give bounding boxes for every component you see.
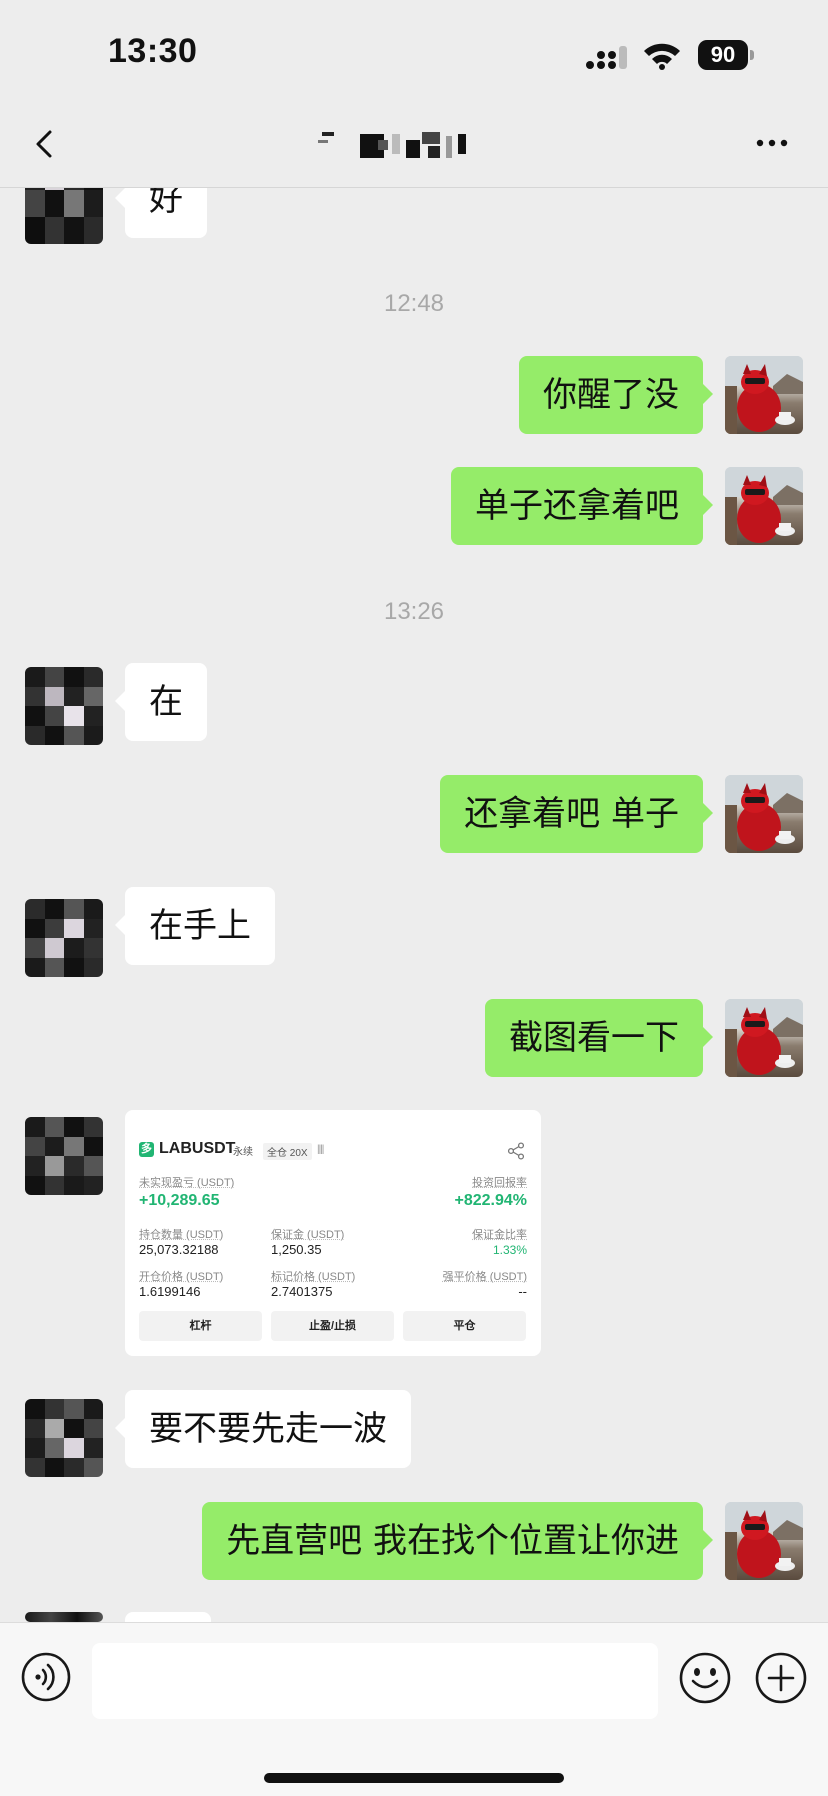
message-bubble-outgoing[interactable]: 截图看一下 <box>485 999 713 1077</box>
position-symbol: LABUSDT <box>159 1140 236 1157</box>
unrealized-pnl-label: 未实现盈亏 (USDT) <box>139 1177 235 1189</box>
margin-value: 1,250.35 <box>271 1242 322 1257</box>
my-avatar[interactable] <box>725 999 803 1077</box>
margin-ratio-value: 1.33% <box>492 1243 527 1257</box>
tag-perpetual: 永续 <box>233 1147 253 1158</box>
my-avatar[interactable] <box>725 775 803 853</box>
entry-price-label: 开仓价格 (USDT) <box>139 1271 224 1283</box>
input-bar <box>0 1622 828 1796</box>
red-dragon-plush-image <box>725 467 803 545</box>
roi-value: +822.94% <box>454 1192 527 1209</box>
plus-icon[interactable] <box>754 1651 808 1705</box>
liquidation-price-label: 强平价格 (USDT) <box>442 1271 527 1283</box>
my-avatar[interactable] <box>725 467 803 545</box>
share-icon <box>507 1142 525 1160</box>
contact-avatar[interactable] <box>25 899 103 977</box>
mark-price-label: 标记价格 (USDT) <box>271 1271 356 1283</box>
timestamp: 13:26 <box>383 598 445 625</box>
my-avatar[interactable] <box>725 356 803 434</box>
leverage-button[interactable]: 杠杆 <box>139 1311 262 1341</box>
position-size-label: 持仓数量 (USDT) <box>139 1229 224 1241</box>
tp-sl-button[interactable]: 止盈/止损 <box>271 1311 394 1341</box>
position-screenshot-card[interactable]: 多 LABUSDT 永续 全仓 20X |||| 未实现盈亏 (USDT) 投资… <box>125 1110 541 1356</box>
more-button[interactable] <box>752 128 792 158</box>
adl-indicator: |||| <box>317 1144 324 1155</box>
message-bubble-outgoing[interactable]: 单子还拿着吧 <box>451 467 713 545</box>
cellular-signal-icon <box>586 46 627 69</box>
exchange-logo-icon: 多 <box>139 1142 154 1157</box>
roi-label: 投资回报率 <box>472 1177 527 1189</box>
red-dragon-plush-image <box>725 999 803 1077</box>
voice-icon[interactable] <box>20 1651 72 1703</box>
message-bubble-incoming[interactable]: 在手上 <box>115 887 275 965</box>
contact-avatar[interactable] <box>25 1399 103 1477</box>
message-bubble-incoming[interactable]: 在 <box>115 663 207 741</box>
back-button[interactable] <box>24 122 68 166</box>
message-bubble-incoming[interactable]: 要不要先走一波 <box>115 1390 411 1468</box>
message-bubble-outgoing[interactable]: 先直营吧 我在找个位置让你进 <box>202 1502 713 1580</box>
contact-avatar[interactable] <box>25 1117 103 1195</box>
margin-label: 保证金 (USDT) <box>271 1229 345 1241</box>
message-input[interactable] <box>92 1643 658 1719</box>
message-bubble-outgoing[interactable]: 还拿着吧 单子 <box>440 775 713 853</box>
status-bar: 13:30 90 <box>0 0 828 100</box>
tag-margin-mode: 全仓 20X <box>263 1143 312 1160</box>
entry-price-value: 1.6199146 <box>139 1284 201 1299</box>
red-dragon-plush-image <box>725 775 803 853</box>
battery-level: 90 <box>698 40 748 70</box>
chat-title <box>318 132 466 158</box>
battery-icon: 90 <box>698 40 754 70</box>
close-position-button[interactable]: 平仓 <box>403 1311 526 1341</box>
margin-ratio-label: 保证金比率 <box>472 1229 527 1241</box>
home-indicator[interactable] <box>264 1773 564 1783</box>
wifi-icon <box>644 43 680 70</box>
mark-price-value: 2.7401375 <box>271 1284 333 1299</box>
position-size-value: 25,073.32188 <box>139 1242 219 1257</box>
contact-avatar[interactable] <box>25 1612 103 1622</box>
contact-avatar[interactable] <box>25 667 103 745</box>
timestamp: 12:48 <box>383 290 445 317</box>
red-dragon-plush-image <box>725 356 803 434</box>
red-dragon-plush-image <box>725 1502 803 1580</box>
emoji-icon[interactable] <box>678 1651 732 1705</box>
unrealized-pnl-value: +10,289.65 <box>139 1192 220 1209</box>
status-time: 13:30 <box>108 32 198 70</box>
message-bubble-incoming-partial[interactable] <box>125 1612 211 1622</box>
liquidation-price-value: -- <box>518 1284 527 1299</box>
message-bubble-outgoing[interactable]: 你醒了没 <box>519 356 713 434</box>
my-avatar[interactable] <box>725 1502 803 1580</box>
